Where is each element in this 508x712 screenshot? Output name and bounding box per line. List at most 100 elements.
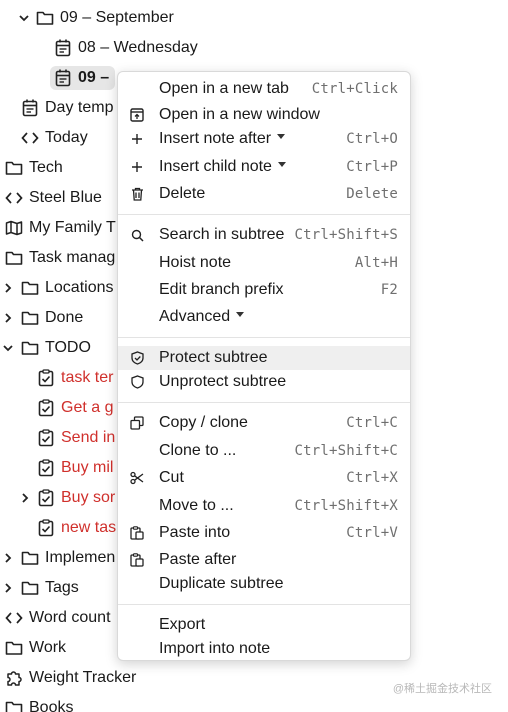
folder-icon xyxy=(21,309,39,327)
task-check-icon xyxy=(37,429,55,447)
context-menu: Open in a new tab Ctrl+Click Open in a n… xyxy=(117,71,411,661)
tree-item-task[interactable]: Buy sor xyxy=(17,485,115,511)
menu-shortcut: Ctrl+Shift+X xyxy=(294,498,398,514)
tree-item-label: My Family T xyxy=(29,219,116,236)
chevron-down-icon[interactable] xyxy=(16,10,32,26)
tree-item-task[interactable]: Send in xyxy=(37,425,115,451)
tree-item-task[interactable]: task ter xyxy=(37,365,113,391)
tree-item-locations[interactable]: Locations xyxy=(0,275,114,301)
tree-item-label: task ter xyxy=(61,369,114,386)
menu-unprotect-subtree[interactable]: Unprotect subtree xyxy=(118,370,410,394)
menu-cut[interactable]: Cut Ctrl+X xyxy=(118,466,410,490)
tree-item-tags[interactable]: Tags xyxy=(0,575,79,601)
folder-icon xyxy=(5,699,23,712)
chevron-down-icon[interactable] xyxy=(0,340,16,356)
menu-item-label: Advanced xyxy=(159,308,245,326)
menu-import-into-note[interactable]: Import into note xyxy=(118,637,410,661)
tree-item-wednesday[interactable]: 08 – Wednesday xyxy=(54,35,198,61)
menu-delete[interactable]: Delete Delete xyxy=(118,182,410,206)
tree-item-steel-blue[interactable]: Steel Blue xyxy=(5,185,102,211)
trash-icon xyxy=(129,186,145,202)
tree-item-tech[interactable]: Tech xyxy=(5,155,63,181)
menu-paste-after[interactable]: Paste after xyxy=(118,548,410,572)
caret-down-icon xyxy=(236,312,245,318)
code-icon xyxy=(5,609,23,627)
tree-item-task-manager[interactable]: Task manag xyxy=(5,245,115,271)
caret-down-icon xyxy=(277,162,286,168)
menu-clone-to[interactable]: Clone to ... Ctrl+Shift+C xyxy=(118,439,410,463)
menu-insert-note-after[interactable]: Insert note after Ctrl+O xyxy=(118,127,410,151)
tree-item-label: Work xyxy=(29,639,67,656)
menu-advanced[interactable]: Advanced xyxy=(118,305,410,329)
menu-item-label: Import into note xyxy=(159,640,271,657)
tree-item-word-count[interactable]: Word count xyxy=(5,605,111,631)
plus-icon xyxy=(129,131,145,147)
chevron-right-icon[interactable] xyxy=(0,310,16,326)
menu-item-label: Open in a new window xyxy=(159,106,320,123)
menu-shortcut: F2 xyxy=(380,282,398,298)
menu-shortcut: Ctrl+Shift+S xyxy=(294,227,398,243)
tree-item-label: Books xyxy=(29,699,74,712)
menu-shortcut: Ctrl+O xyxy=(346,131,398,147)
menu-export[interactable]: Export xyxy=(118,613,410,637)
tree-item-label: Today xyxy=(45,129,88,146)
folder-icon xyxy=(21,279,39,297)
search-icon xyxy=(129,227,145,243)
menu-hoist-note[interactable]: Hoist note Alt+H xyxy=(118,251,410,275)
menu-paste-into[interactable]: Paste into Ctrl+V xyxy=(118,521,410,545)
tree-item-label: Steel Blue xyxy=(29,189,102,206)
menu-shortcut: Ctrl+Click xyxy=(311,81,398,97)
chevron-right-icon[interactable] xyxy=(0,550,16,566)
folder-icon xyxy=(21,549,39,567)
tree-item-label: Tags xyxy=(45,579,79,596)
menu-shortcut: Ctrl+V xyxy=(346,525,398,541)
menu-item-label: Delete xyxy=(159,185,206,202)
menu-move-to[interactable]: Move to ... Ctrl+Shift+X xyxy=(118,494,410,518)
calendar-note-icon xyxy=(54,69,72,87)
tree-item-todo[interactable]: TODO xyxy=(0,335,91,361)
tree-item-task[interactable]: new tas xyxy=(37,515,116,541)
menu-item-label: Search in subtree xyxy=(159,226,285,243)
menu-item-label: Paste after xyxy=(159,551,237,568)
tree-item-task[interactable]: Buy mil xyxy=(37,455,113,481)
tree-item-today[interactable]: Today xyxy=(21,125,88,151)
copy-icon xyxy=(129,415,145,431)
menu-open-new-tab[interactable]: Open in a new tab Ctrl+Click xyxy=(118,77,410,101)
paste-icon xyxy=(129,525,145,541)
chevron-right-icon[interactable] xyxy=(0,280,16,296)
menu-item-label: Duplicate subtree xyxy=(159,575,284,592)
tree-item-done[interactable]: Done xyxy=(0,305,83,331)
tree-item-label: Get a g xyxy=(61,399,114,416)
task-check-icon xyxy=(37,459,55,477)
tree-item-work[interactable]: Work xyxy=(5,635,66,661)
chevron-right-icon[interactable] xyxy=(17,490,33,506)
tree-item-books[interactable]: Books xyxy=(5,695,73,712)
tree-item-september[interactable]: 09 – September xyxy=(16,5,174,31)
menu-item-label: Open in a new tab xyxy=(159,80,289,97)
tree-item-implementation[interactable]: Implemen xyxy=(0,545,115,571)
menu-duplicate-subtree[interactable]: Duplicate subtree xyxy=(118,572,410,596)
code-icon xyxy=(5,189,23,207)
plus-icon xyxy=(129,159,145,175)
menu-copy-clone[interactable]: Copy / clone Ctrl+C xyxy=(118,411,410,435)
menu-item-text: Insert child note xyxy=(159,158,272,175)
menu-item-label: Paste into xyxy=(159,524,231,541)
tree-item-current-day[interactable]: 09 – xyxy=(50,65,116,91)
tree-item-task[interactable]: Get a g xyxy=(37,395,113,421)
menu-divider xyxy=(118,214,410,215)
tree-item-weight-tracker[interactable]: Weight Tracker xyxy=(5,665,136,691)
tree-item-day-template[interactable]: Day temp xyxy=(21,95,113,121)
folder-icon xyxy=(21,339,39,357)
menu-item-label: Move to ... xyxy=(159,497,234,514)
menu-shortcut: Delete xyxy=(346,186,398,202)
tree-item-family[interactable]: My Family T xyxy=(5,215,116,241)
menu-item-label: Hoist note xyxy=(159,254,232,271)
menu-insert-child-note[interactable]: Insert child note Ctrl+P xyxy=(118,155,410,179)
menu-protect-subtree[interactable]: Protect subtree xyxy=(118,346,410,370)
menu-edit-branch-prefix[interactable]: Edit branch prefix F2 xyxy=(118,278,410,302)
menu-item-label: Insert child note xyxy=(159,158,286,176)
chevron-right-icon[interactable] xyxy=(0,580,16,596)
menu-search-subtree[interactable]: Search in subtree Ctrl+Shift+S xyxy=(118,223,410,247)
menu-item-label: Clone to ... xyxy=(159,442,237,459)
menu-open-new-window[interactable]: Open in a new window xyxy=(118,103,410,127)
